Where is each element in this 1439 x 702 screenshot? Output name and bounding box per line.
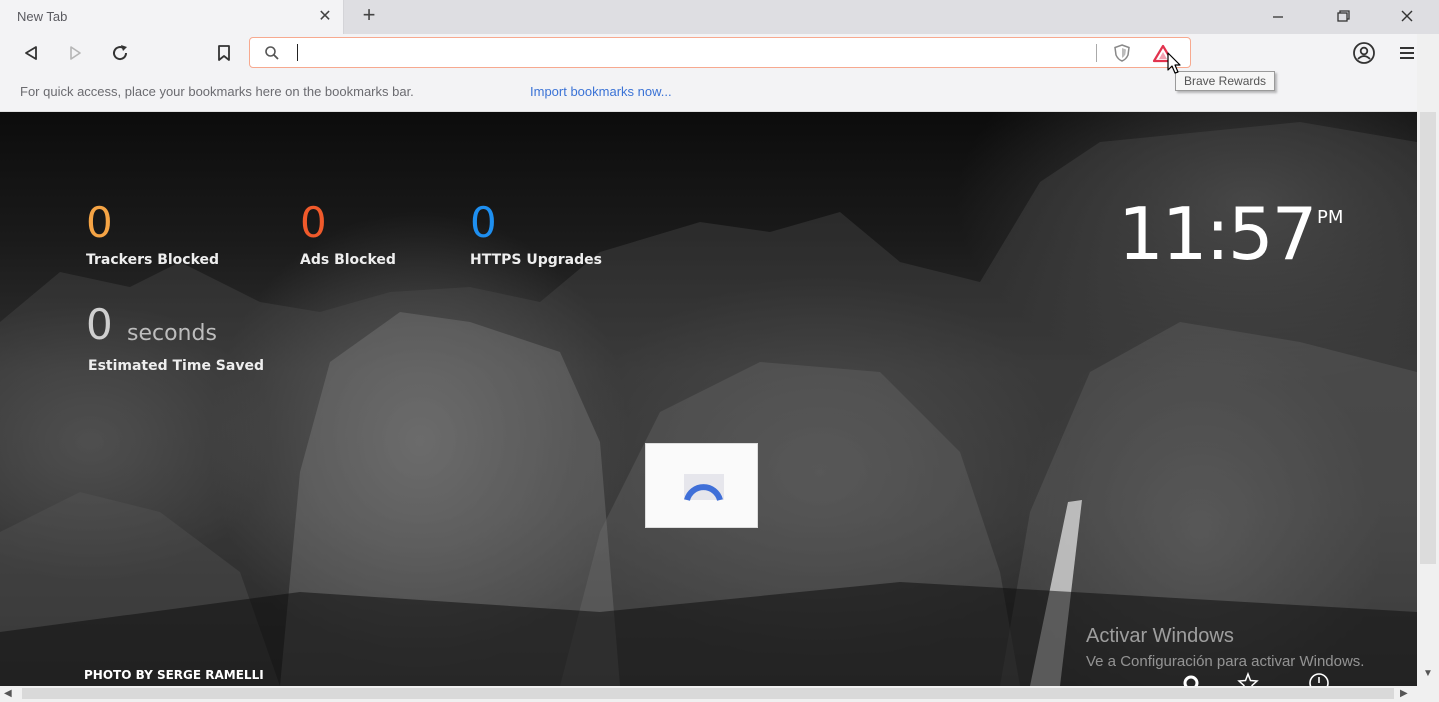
close-tab-icon[interactable]: ✕: [316, 8, 334, 26]
time-saved-label: Estimated Time Saved: [88, 358, 264, 374]
ads-blocked-count: 0: [300, 198, 327, 247]
scroll-right-arrow-icon[interactable]: ▶: [1400, 688, 1412, 700]
photo-credit: PHOTO BY SERGE RAMELLI: [84, 668, 264, 682]
minimize-icon: [1273, 16, 1283, 18]
reload-button[interactable]: [108, 41, 132, 65]
profile-icon: [1353, 42, 1375, 64]
trackers-blocked-label: Trackers Blocked: [86, 252, 220, 268]
stat-https-upgrades: 0 HTTPS Upgrades: [470, 198, 602, 269]
rewards-tooltip: Brave Rewards: [1175, 71, 1276, 91]
stat-trackers-blocked: 0 Trackers Blocked: [86, 198, 220, 269]
back-icon: [25, 46, 37, 60]
clock-time: 11:57: [1118, 192, 1317, 276]
search-icon: [265, 46, 279, 60]
https-upgrades-label: HTTPS Upgrades: [470, 252, 602, 268]
ads-blocked-label: Ads Blocked: [300, 252, 396, 268]
text-caret: [297, 44, 298, 61]
clock-ampm: PM: [1317, 207, 1344, 228]
tab-title: New Tab: [17, 9, 68, 24]
bookmark-icon: [218, 45, 230, 61]
close-icon: [1401, 10, 1413, 22]
browser-window: New Tab ✕ + Brave Rewards For quick acce…: [0, 0, 1439, 702]
new-tab-page: 0 Trackers Blocked 0 Ads Blocked 0 HTTPS…: [0, 112, 1417, 686]
windows-activation-subtitle: Ve a Configuración para activar Windows.: [1086, 653, 1365, 670]
mouse-cursor-icon: [1167, 52, 1181, 74]
forward-icon: [70, 46, 81, 60]
time-saved-value: 0: [86, 300, 113, 349]
forward-button[interactable]: [63, 41, 87, 65]
bookmark-star-icon[interactable]: [1237, 672, 1259, 686]
import-bookmarks-link[interactable]: Import bookmarks now...: [530, 84, 672, 99]
trackers-blocked-count: 0: [86, 198, 113, 247]
navigation-toolbar: [0, 34, 1439, 72]
new-tab-button[interactable]: +: [358, 4, 380, 27]
hamburger-icon: [1400, 47, 1414, 59]
close-window-button[interactable]: [1394, 4, 1420, 28]
restore-icon: [1337, 10, 1350, 22]
loading-panel: [645, 443, 758, 528]
tab-new-tab[interactable]: New Tab ✕: [0, 0, 344, 34]
back-button[interactable]: [19, 41, 43, 65]
brave-shield-icon[interactable]: [1112, 43, 1132, 63]
address-bar[interactable]: [249, 37, 1191, 68]
profile-button[interactable]: [1352, 41, 1376, 65]
menu-button[interactable]: [1397, 41, 1417, 65]
https-upgrades-count: 0: [470, 198, 497, 247]
horizontal-scrollbar-thumb[interactable]: [22, 688, 1394, 699]
tab-strip: New Tab ✕ +: [0, 0, 1439, 34]
settings-gear-icon[interactable]: [1180, 672, 1202, 686]
scroll-down-arrow-icon[interactable]: ▼: [1421, 668, 1435, 682]
reload-icon: [113, 45, 128, 61]
urlbar-divider: [1096, 44, 1097, 62]
bookmarks-hint: For quick access, place your bookmarks h…: [20, 84, 414, 99]
time-saved-unit: seconds: [127, 321, 217, 346]
loading-spinner-icon: [684, 474, 724, 501]
stat-ads-blocked: 0 Ads Blocked: [300, 198, 396, 269]
bookmark-button[interactable]: [212, 41, 236, 65]
minimize-button[interactable]: [1265, 4, 1291, 28]
scroll-left-arrow-icon[interactable]: ◀: [4, 688, 16, 700]
address-input[interactable]: [302, 42, 1082, 64]
vertical-scrollbar-thumb[interactable]: [1420, 112, 1436, 564]
history-clock-icon[interactable]: [1308, 672, 1330, 686]
windows-activation-title: Activar Windows: [1086, 625, 1234, 647]
restore-button[interactable]: [1330, 4, 1356, 28]
